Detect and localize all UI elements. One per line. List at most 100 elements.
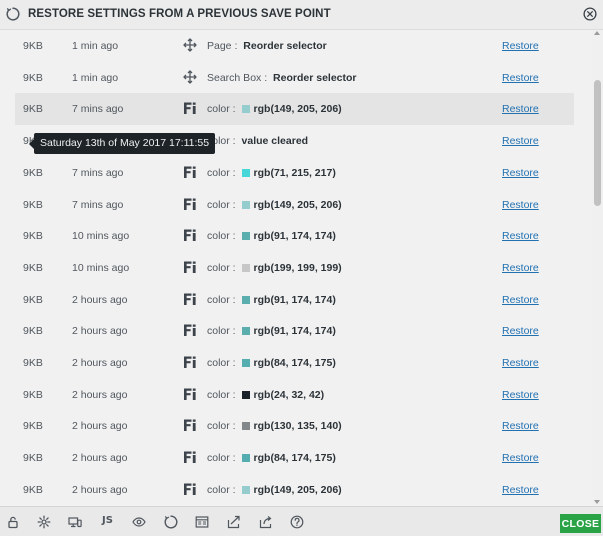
list-item: 9KB 2 hours ago color : rgb(130, 135, 140)… <box>15 410 574 442</box>
save-time[interactable]: 7 mins ago <box>72 199 123 211</box>
save-time[interactable]: 2 hours ago <box>72 294 127 306</box>
font-icon <box>183 228 197 242</box>
restore-link[interactable]: Restore <box>502 167 539 179</box>
restore-link[interactable]: Restore <box>502 72 539 84</box>
modal-footer: JS CLOSE <box>0 506 603 536</box>
property-separator: : <box>229 293 239 306</box>
property-separator: : <box>229 420 239 433</box>
save-size: 9KB <box>23 325 43 338</box>
property-name: color <box>207 483 230 496</box>
property-value: rgb(149, 205, 206) <box>253 103 342 116</box>
save-size: 9KB <box>23 483 43 496</box>
restore-link[interactable]: Restore <box>502 357 539 369</box>
share-icon[interactable] <box>259 515 273 529</box>
close-circle-icon[interactable] <box>583 7 597 21</box>
list-item: 9KB 1 min ago Search Box : Reorder selecto… <box>15 62 574 94</box>
js-icon[interactable]: JS <box>102 515 113 526</box>
restore-link[interactable]: Restore <box>502 40 539 52</box>
property-name: Page <box>207 40 232 52</box>
property-value: rgb(149, 205, 206) <box>253 483 342 496</box>
save-time[interactable]: 2 hours ago <box>72 357 127 369</box>
history-icon <box>6 7 20 21</box>
save-time[interactable]: 2 hours ago <box>72 325 127 337</box>
property-value: Reorder selector <box>273 71 357 84</box>
gear-icon[interactable] <box>37 515 51 529</box>
save-time[interactable]: 7 mins ago <box>72 103 123 115</box>
save-size: 9KB <box>23 166 43 179</box>
property-value: rgb(91, 174, 174) <box>253 230 336 243</box>
responsive-devices-icon[interactable] <box>68 515 82 529</box>
timestamp-tooltip: Saturday 13th of May 2017 17:11:55 <box>28 133 216 154</box>
change-description: color : rgb(24, 32, 42) <box>207 389 324 401</box>
change-description: color : rgb(71, 215, 217) <box>207 167 336 179</box>
font-icon <box>183 260 197 274</box>
property-name: color <box>207 230 230 243</box>
restore-link[interactable]: Restore <box>502 452 539 464</box>
color-swatch <box>241 454 250 463</box>
save-time[interactable]: 10 mins ago <box>72 230 129 242</box>
save-time[interactable]: 1 min ago <box>72 72 118 84</box>
property-name: Search Box <box>207 71 262 84</box>
restore-link[interactable]: Restore <box>502 262 539 274</box>
close-button[interactable]: CLOSE <box>560 514 601 533</box>
save-size: 9KB <box>23 40 43 52</box>
font-icon <box>183 197 197 211</box>
help-icon[interactable] <box>290 515 304 529</box>
restore-link[interactable]: Restore <box>502 294 539 306</box>
property-separator: : <box>229 261 239 274</box>
color-swatch <box>241 105 250 114</box>
list-item: 9KB 7 mins ago color : rgb(71, 215, 217) Re… <box>15 157 574 189</box>
change-description: color : rgb(130, 135, 140) <box>207 420 342 432</box>
list-item: 9KB 2 hours ago color : rgb(91, 174, 174) R… <box>15 315 574 347</box>
restore-link[interactable]: Restore <box>502 325 539 337</box>
font-icon <box>183 387 197 401</box>
save-time[interactable]: 2 hours ago <box>72 484 127 496</box>
save-size: 9KB <box>23 103 43 116</box>
restore-link[interactable]: Restore <box>502 230 539 242</box>
history-icon[interactable] <box>164 515 178 529</box>
restore-link[interactable]: Restore <box>502 103 539 115</box>
property-name: color <box>207 388 230 401</box>
move-icon <box>183 70 197 84</box>
property-value: rgb(71, 215, 217) <box>253 166 336 179</box>
save-time[interactable]: 7 mins ago <box>72 167 123 179</box>
property-separator: : <box>229 103 239 116</box>
save-time[interactable]: 1 min ago <box>72 40 118 52</box>
css-editor-icon[interactable] <box>195 515 209 529</box>
save-time[interactable]: 10 mins ago <box>72 262 129 274</box>
save-size: 9KB <box>23 261 43 274</box>
list-scrollbar[interactable] <box>592 30 603 506</box>
list-item: 9KB 2 hours ago color : rgb(149, 205, 206)… <box>15 474 574 506</box>
change-description: color : rgb(149, 205, 206) <box>207 484 342 496</box>
property-name: color <box>207 325 230 338</box>
property-separator: : <box>229 388 239 401</box>
property-name: color <box>207 261 230 274</box>
eye-icon[interactable] <box>132 515 146 529</box>
save-time[interactable]: 2 hours ago <box>72 389 127 401</box>
color-swatch <box>241 168 250 177</box>
export-icon[interactable] <box>227 515 241 529</box>
restore-link[interactable]: Restore <box>502 484 539 496</box>
change-description: color : rgb(84, 174, 175) <box>207 357 336 369</box>
save-size: 9KB <box>23 420 43 433</box>
list-item: 9KB 2 hours ago color : rgb(91, 174, 174) R… <box>15 284 574 316</box>
restore-link[interactable]: Restore <box>502 389 539 401</box>
scrollbar-thumb[interactable] <box>594 80 601 206</box>
save-time[interactable]: 2 hours ago <box>72 452 127 464</box>
restore-link[interactable]: Restore <box>502 199 539 211</box>
restore-link[interactable]: Restore <box>502 420 539 432</box>
modal-title: RESTORE SETTINGS FROM A PREVIOUS SAVE PO… <box>28 8 331 20</box>
restore-link[interactable]: Restore <box>502 135 539 147</box>
property-value: rgb(84, 174, 175) <box>253 452 336 465</box>
property-value: rgb(24, 32, 42) <box>253 388 325 401</box>
lock-icon[interactable] <box>6 515 20 529</box>
color-swatch <box>241 200 250 209</box>
property-value: rgb(130, 135, 140) <box>253 420 342 433</box>
list-item: 9KB 10 mins ago color : rgb(91, 174, 174) R… <box>15 220 574 252</box>
property-value: rgb(199, 199, 199) <box>253 261 342 274</box>
scroll-down-arrow-icon[interactable] <box>594 500 600 504</box>
save-time[interactable]: 2 hours ago <box>72 420 127 432</box>
scroll-up-arrow-icon[interactable] <box>594 31 600 35</box>
save-size: 9KB <box>23 71 43 84</box>
color-swatch <box>241 263 250 272</box>
